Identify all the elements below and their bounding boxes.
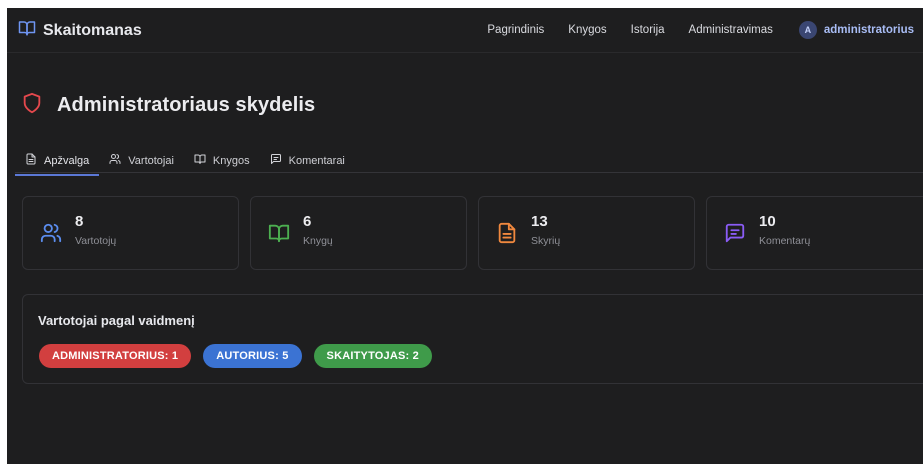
book-open-icon xyxy=(194,153,206,168)
nav-link-knygos[interactable]: Knygos xyxy=(556,24,618,36)
tab-vartotojai[interactable]: Vartotojai xyxy=(99,145,184,172)
stat-label: Knygų xyxy=(303,235,333,247)
book-open-icon xyxy=(268,222,290,244)
message-icon xyxy=(270,153,282,168)
nav-link-pagrindinis[interactable]: Pagrindinis xyxy=(475,24,556,36)
role-badge-reader: SKAITYTOJAS: 2 xyxy=(313,344,432,368)
tab-komentarai[interactable]: Komentarai xyxy=(260,145,355,172)
stat-value: 6 xyxy=(303,213,312,230)
users-by-role-panel: Vartotojai pagal vaidmenį ADMINISTRATORI… xyxy=(22,294,923,384)
document-icon xyxy=(25,153,37,168)
stat-card-comments: 10 Komentarų xyxy=(706,196,923,270)
page-header: Administratoriaus skydelis xyxy=(21,92,315,119)
role-badge-author: AUTORIUS: 5 xyxy=(203,344,302,368)
admin-tabs: Apžvalga Vartotojai Knygos Komentarai xyxy=(15,145,923,176)
users-icon xyxy=(109,153,121,168)
nav-link-istorija[interactable]: Istorija xyxy=(619,24,677,36)
stat-card-books: 6 Knygų xyxy=(250,196,467,270)
file-text-icon xyxy=(496,222,518,244)
stat-value: 10 xyxy=(759,213,776,230)
user-menu[interactable]: A administratorius xyxy=(785,21,923,39)
tab-knygos[interactable]: Knygos xyxy=(184,145,260,172)
page-title: Administratoriaus skydelis xyxy=(57,94,316,116)
main-nav: Pagrindinis Knygos Istorija Administravi… xyxy=(475,8,923,52)
tab-label: Vartotojai xyxy=(128,154,174,167)
tab-apzvalga[interactable]: Apžvalga xyxy=(15,145,100,176)
avatar: A xyxy=(798,21,817,39)
brand-link[interactable]: Skaitomanas xyxy=(18,19,142,42)
stat-label: Komentarų xyxy=(759,235,811,247)
app-window: Skaitomanas Pagrindinis Knygos Istorija … xyxy=(7,8,923,464)
stat-value: 13 xyxy=(531,213,548,230)
tab-label: Apžvalga xyxy=(44,154,90,167)
stat-card-chapters: 13 Skyrių xyxy=(478,196,695,270)
book-open-icon xyxy=(18,19,36,42)
message-icon xyxy=(724,222,746,244)
stat-label: Vartotojų xyxy=(75,235,117,247)
role-badge-admin: ADMINISTRATORIUS: 1 xyxy=(39,344,192,368)
role-badges: ADMINISTRATORIUS: 1 AUTORIUS: 5 SKAITYTO… xyxy=(39,344,432,368)
user-name: administratorius xyxy=(823,24,914,36)
tab-label: Komentarai xyxy=(288,154,345,167)
brand-name: Skaitomanas xyxy=(43,21,142,39)
stat-label: Skyrių xyxy=(531,235,561,247)
panel-title: Vartotojai pagal vaidmenį xyxy=(38,313,195,328)
shield-icon xyxy=(21,92,43,119)
users-icon xyxy=(40,222,62,244)
nav-link-administravimas[interactable]: Administravimas xyxy=(677,24,785,36)
tab-label: Knygos xyxy=(212,154,250,167)
stat-value: 8 xyxy=(75,213,84,230)
stat-card-users: 8 Vartotojų xyxy=(22,196,239,270)
top-navbar: Skaitomanas Pagrindinis Knygos Istorija … xyxy=(7,8,923,53)
